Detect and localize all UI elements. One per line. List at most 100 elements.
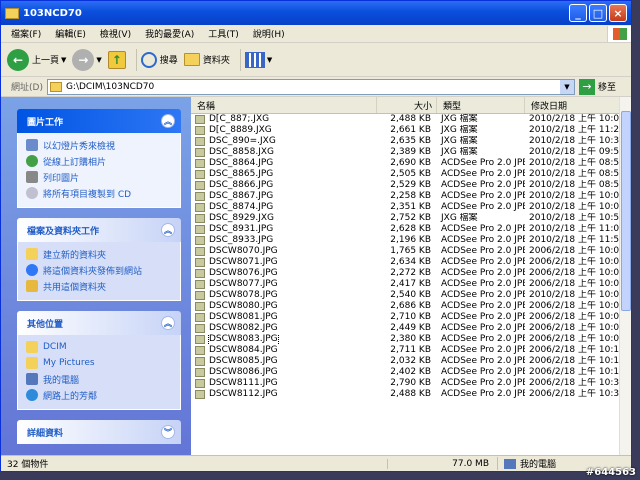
- file-row[interactable]: DSCW8078.JPG 2,540 KB ACDSee Pro 2.0 JPE..…: [191, 290, 631, 301]
- file-name-cell[interactable]: DSCW8112.JPG: [191, 389, 377, 400]
- address-field[interactable]: G:\DCIM\103NCD70 ▼: [46, 78, 575, 95]
- folders-button[interactable]: 資料夾: [183, 53, 230, 66]
- file-name-cell[interactable]: D[C_8889.JXG: [191, 125, 377, 136]
- file-name-cell[interactable]: DSCW8085.JPG: [191, 356, 377, 367]
- file-name-cell[interactable]: DSC_8929.JXG: [191, 213, 377, 224]
- chevron-down-icon[interactable]: ▼: [267, 56, 272, 64]
- file-name-cell[interactable]: DSC_8933.JPG: [191, 235, 377, 246]
- forward-button[interactable]: → ▼: [72, 48, 102, 71]
- task-new-folder[interactable]: 建立新的資料夾: [26, 246, 180, 262]
- file-row[interactable]: DSC_8929.JXG 2,752 KB JXG 檔案 2010/2/18 上午 1…: [191, 213, 631, 224]
- file-row[interactable]: DSCW8076.JPG 2,272 KB ACDSee Pro 2.0 JPE..…: [191, 268, 631, 279]
- file-name-cell[interactable]: DSC_8858.JXG: [191, 147, 377, 158]
- panel-header[interactable]: 檔案及資料夾工作 ︽: [17, 218, 181, 242]
- file-name-cell[interactable]: DSCW8080.JPG: [191, 301, 377, 312]
- column-size[interactable]: 大小: [377, 97, 437, 113]
- panel-header[interactable]: 圖片工作 ︽: [17, 109, 181, 133]
- close-button[interactable]: ×: [609, 4, 627, 22]
- file-row[interactable]: DSCW8071.JPG 2,634 KB ACDSee Pro 2.0 JPE..…: [191, 257, 631, 268]
- file-name-cell[interactable]: DSCW8078.JPG: [191, 290, 377, 301]
- task-order-prints[interactable]: 從線上訂購相片: [26, 153, 180, 169]
- file-row[interactable]: D[C_887;.JXG 2,488 KB JXG 檔案 2010/2/18 上午 1…: [191, 114, 631, 125]
- task-copy-cd[interactable]: 將所有項目複製到 CD: [26, 185, 180, 201]
- address-path[interactable]: G:\DCIM\103NCD70: [66, 82, 560, 92]
- file-row[interactable]: DSCW8111.JPG 2,790 KB ACDSee Pro 2.0 JPE..…: [191, 378, 631, 389]
- file-row[interactable]: DSC_8866.JPG 2,529 KB ACDSee Pro 2.0 JPE..…: [191, 180, 631, 191]
- file-row[interactable]: DSC_8933.JPG 2,196 KB ACDSee Pro 2.0 JPE..…: [191, 235, 631, 246]
- file-name-cell[interactable]: DSCW8077.JPG: [191, 279, 377, 290]
- chevron-down-icon[interactable]: ︾: [161, 425, 175, 439]
- chevron-down-icon[interactable]: ▼: [61, 56, 66, 64]
- place-my-pictures[interactable]: My Pictures: [26, 355, 180, 371]
- file-row[interactable]: DSC_8858.JXG 2,389 KB JXG 檔案 2010/2/18 上午 0…: [191, 147, 631, 158]
- file-row[interactable]: DSCW8082.JPG 2,449 KB ACDSee Pro 2.0 JPE..…: [191, 323, 631, 334]
- task-slideshow[interactable]: 以幻燈片秀來檢視: [26, 137, 180, 153]
- task-publish-web[interactable]: 將這個資料夾發佈到網站: [26, 262, 180, 278]
- file-row[interactable]: DSC_8874.JPG 2,351 KB ACDSee Pro 2.0 JPE..…: [191, 202, 631, 213]
- file-name-cell[interactable]: DSC_8867.JPG: [191, 191, 377, 202]
- file-row[interactable]: DSCW8084.JPG 2,711 KB ACDSee Pro 2.0 JPE..…: [191, 345, 631, 356]
- file-row[interactable]: DSCW8083.JPG 2,380 KB ACDSee Pro 2.0 JPE..…: [191, 334, 631, 345]
- file-row[interactable]: DSC_890=.JXG 2,635 KB JXG 檔案 2010/2/18 上午 1…: [191, 136, 631, 147]
- chevron-down-icon[interactable]: ▼: [559, 79, 574, 94]
- file-row[interactable]: DSCW8085.JPG 2,032 KB ACDSee Pro 2.0 JPE..…: [191, 356, 631, 367]
- file-name-cell[interactable]: DSC_8874.JPG: [191, 202, 377, 213]
- scrollbar-thumb[interactable]: [621, 111, 631, 311]
- file-row[interactable]: DSCW8080.JPG 2,686 KB ACDSee Pro 2.0 JPE..…: [191, 301, 631, 312]
- file-name-cell[interactable]: DSCW8070.JPG: [191, 246, 377, 257]
- menu-view[interactable]: 檢視(V): [100, 27, 131, 40]
- file-name-cell[interactable]: DSCW8111.JPG: [191, 378, 377, 389]
- file-row[interactable]: DSCW8077.JPG 2,417 KB ACDSee Pro 2.0 JPE..…: [191, 279, 631, 290]
- menu-help[interactable]: 說明(H): [253, 27, 285, 40]
- maximize-button[interactable]: □: [589, 4, 607, 22]
- task-print[interactable]: 列印圖片: [26, 169, 180, 185]
- views-button[interactable]: ▼: [244, 51, 272, 68]
- file-name-cell[interactable]: DSCW8071.JPG: [191, 257, 377, 268]
- file-name-cell[interactable]: DSC_8866.JPG: [191, 180, 377, 191]
- menu-tools[interactable]: 工具(T): [208, 27, 239, 40]
- file-name-cell[interactable]: DSC_8865.JPG: [191, 169, 377, 180]
- chevron-down-icon[interactable]: ▼: [96, 56, 101, 64]
- column-name[interactable]: 名稱: [191, 97, 377, 113]
- place-my-computer[interactable]: 我的電腦: [26, 371, 180, 387]
- file-row[interactable]: DSCW8086.JPG 2,402 KB ACDSee Pro 2.0 JPE..…: [191, 367, 631, 378]
- file-name-cell[interactable]: DSCW8086.JPG: [191, 367, 377, 378]
- task-share-folder[interactable]: 共用這個資料夾: [26, 278, 180, 294]
- chevron-up-icon[interactable]: ︽: [161, 223, 175, 237]
- menu-edit[interactable]: 編輯(E): [55, 27, 86, 40]
- file-name-cell[interactable]: DSCW8076.JPG: [191, 268, 377, 279]
- file-name-cell[interactable]: DSCW8082.JPG: [191, 323, 377, 334]
- order-prints-icon: [26, 155, 38, 167]
- file-name-cell[interactable]: DSC_890=.JXG: [191, 136, 377, 147]
- file-row[interactable]: DSC_8867.JPG 2,258 KB ACDSee Pro 2.0 JPE..…: [191, 191, 631, 202]
- file-name-cell[interactable]: DSCW8083.JPG: [191, 334, 377, 345]
- file-row[interactable]: DSC_8931.JPG 2,628 KB ACDSee Pro 2.0 JPE..…: [191, 224, 631, 235]
- chevron-up-icon[interactable]: ︽: [161, 316, 175, 330]
- chevron-up-icon[interactable]: ︽: [161, 114, 175, 128]
- file-row[interactable]: DSCW8081.JPG 2,710 KB ACDSee Pro 2.0 JPE..…: [191, 312, 631, 323]
- menu-file[interactable]: 檔案(F): [11, 27, 41, 40]
- vertical-scrollbar[interactable]: [619, 97, 631, 455]
- file-name-cell[interactable]: DSCW8084.JPG: [191, 345, 377, 356]
- panel-header[interactable]: 其他位置 ︽: [17, 311, 181, 335]
- file-name-cell[interactable]: DSCW8081.JPG: [191, 312, 377, 323]
- place-dcim[interactable]: DCIM: [26, 339, 180, 355]
- file-row[interactable]: DSC_8865.JPG 2,505 KB ACDSee Pro 2.0 JPE..…: [191, 169, 631, 180]
- place-network[interactable]: 網路上的芳鄰: [26, 387, 180, 403]
- minimize-button[interactable]: _: [569, 4, 587, 22]
- file-name-cell[interactable]: D[C_887;.JXG: [191, 114, 377, 125]
- search-button[interactable]: 搜尋: [140, 51, 178, 68]
- up-button[interactable]: ↑: [107, 50, 126, 69]
- menu-favorites[interactable]: 我的最愛(A): [145, 27, 194, 40]
- file-row[interactable]: DSCW8070.JPG 1,765 KB ACDSee Pro 2.0 JPE..…: [191, 246, 631, 257]
- file-name-cell[interactable]: DSC_8864.JPG: [191, 158, 377, 169]
- column-type[interactable]: 類型: [437, 97, 525, 113]
- go-button[interactable]: → 移至: [578, 78, 616, 95]
- file-row[interactable]: DSC_8864.JPG 2,690 KB ACDSee Pro 2.0 JPE..…: [191, 158, 631, 169]
- file-row[interactable]: D[C_8889.JXG 2,661 KB JXG 檔案 2010/2/18 上午 1…: [191, 125, 631, 136]
- file-name-cell[interactable]: DSC_8931.JPG: [191, 224, 377, 235]
- panel-header[interactable]: 詳細資料 ︾: [17, 420, 181, 444]
- back-button[interactable]: ← 上一頁 ▼: [7, 48, 66, 71]
- file-row[interactable]: DSCW8112.JPG 2,488 KB ACDSee Pro 2.0 JPE..…: [191, 389, 631, 400]
- column-date[interactable]: 修改日期: [525, 97, 631, 113]
